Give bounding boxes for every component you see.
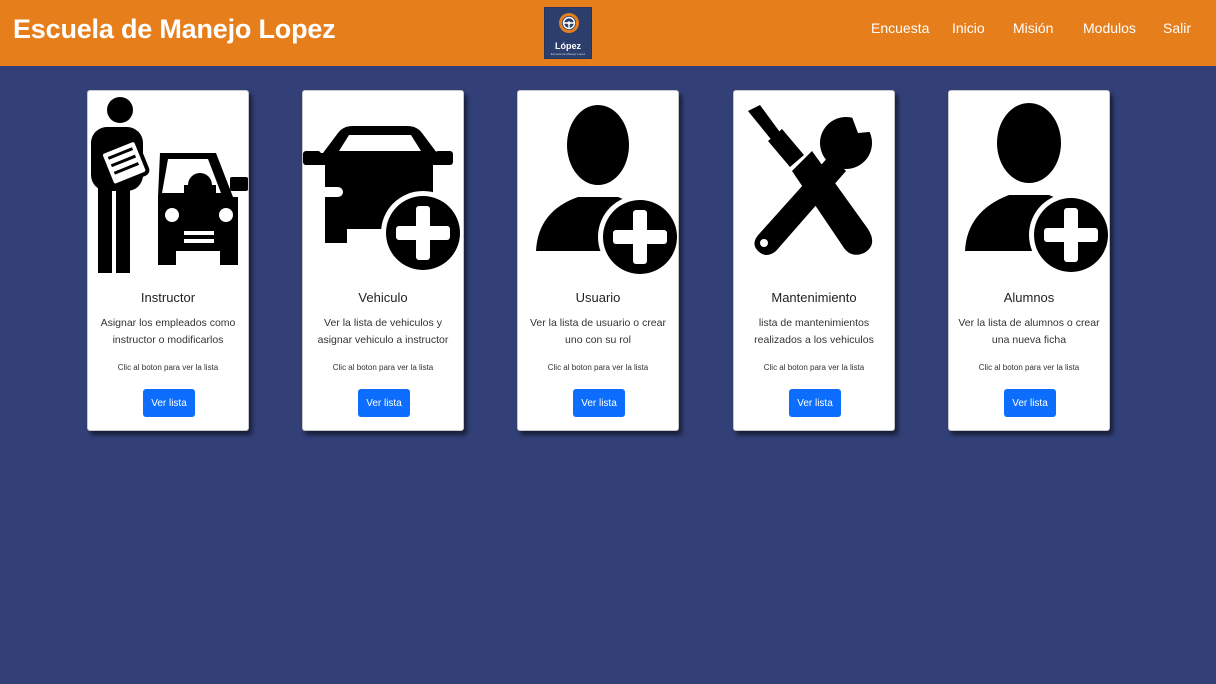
- ver-lista-usuario-button[interactable]: Ver lista: [573, 389, 625, 417]
- ver-lista-mantenimiento-button[interactable]: Ver lista: [789, 389, 841, 417]
- tools-icon: [748, 105, 880, 255]
- logo-name: López: [555, 41, 581, 51]
- card-mantenimiento: Mantenimiento lista de mantenimientos re…: [733, 90, 895, 431]
- card-title: Alumnos: [1003, 290, 1055, 305]
- card-note: Clic al boton para ver la lista: [117, 363, 219, 372]
- steering-wheel-icon: [559, 13, 579, 33]
- card-description: Ver la lista de usuario o crear uno con …: [530, 317, 666, 346]
- brand-title[interactable]: Escuela de Manejo Lopez: [13, 14, 336, 45]
- card-title: Vehiculo: [358, 290, 408, 305]
- card-title: Instructor: [140, 290, 196, 305]
- nav-inicio[interactable]: Inicio: [952, 20, 985, 36]
- card-note: Clic al boton para ver la lista: [547, 363, 649, 372]
- card-alumnos: Alumnos Ver la lista de alumnos o crear …: [948, 90, 1110, 431]
- card-description: Ver la lista de alumnos o crear una nuev…: [958, 317, 1100, 346]
- card-instructor: Instructor Asignar los empleados como in…: [87, 90, 249, 431]
- card-description: Ver la lista de vehiculos y asignar vehi…: [317, 317, 449, 346]
- logo-subtitle: Escuela de Manejo Lopez: [550, 52, 586, 56]
- card-description: lista de mantenimientos realizados a los…: [754, 317, 874, 346]
- card-usuario: Usuario Ver la lista de usuario o crear …: [517, 90, 679, 431]
- car-add-icon: [303, 126, 463, 275]
- card-note: Clic al boton para ver la lista: [332, 363, 434, 372]
- instructor-car-icon: [91, 97, 248, 273]
- nav-modulos[interactable]: Modulos: [1083, 20, 1136, 36]
- card-vehiculo: Vehiculo Ver la lista de vehiculos y asi…: [302, 90, 464, 431]
- nav-salir[interactable]: Salir: [1163, 20, 1191, 36]
- student-add-icon: [965, 103, 1109, 277]
- ver-lista-instructor-button[interactable]: Ver lista: [143, 389, 195, 417]
- nav-encuesta[interactable]: Encuesta: [871, 20, 929, 36]
- card-note: Clic al boton para ver la lista: [763, 363, 865, 372]
- nav-mision[interactable]: Misión: [1013, 20, 1053, 36]
- ver-lista-vehiculo-button[interactable]: Ver lista: [358, 389, 410, 417]
- card-note: Clic al boton para ver la lista: [978, 363, 1080, 372]
- ver-lista-alumnos-button[interactable]: Ver lista: [1004, 389, 1056, 417]
- navbar: Escuela de Manejo Lopez López Escuela de…: [0, 0, 1216, 66]
- card-title: Mantenimiento: [771, 290, 857, 305]
- card-title: Usuario: [575, 290, 621, 305]
- user-add-icon: [536, 105, 678, 279]
- card-description: Asignar los empleados como instructor o …: [100, 317, 236, 346]
- school-logo[interactable]: López Escuela de Manejo Lopez: [544, 7, 592, 59]
